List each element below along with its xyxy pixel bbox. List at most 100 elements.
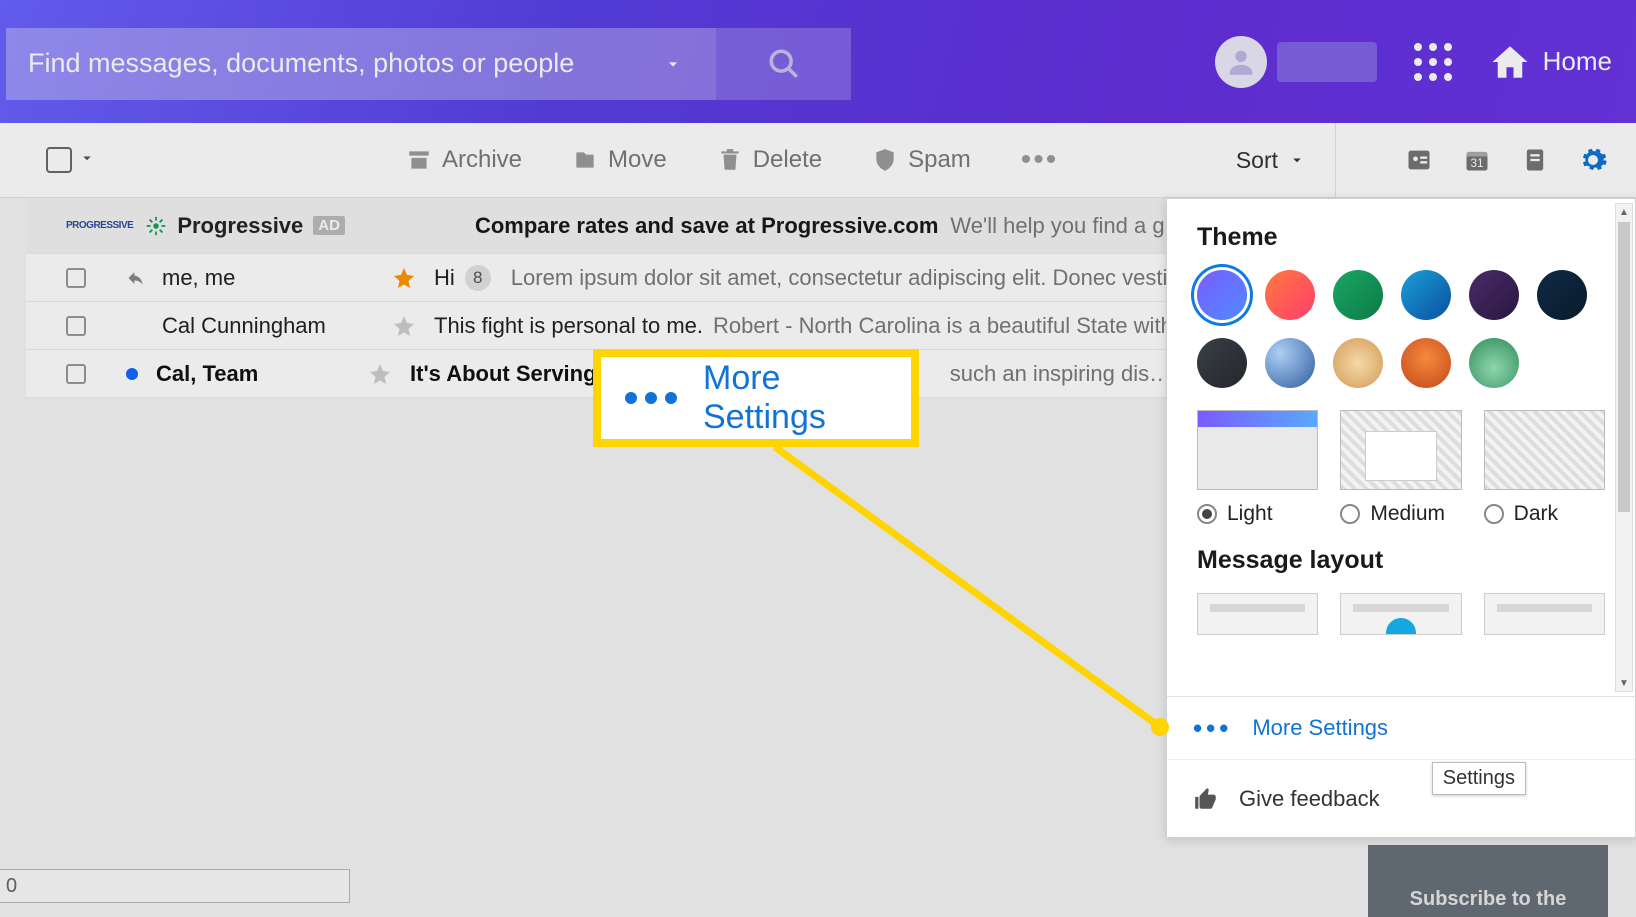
avatar[interactable]: [1215, 36, 1267, 88]
account-area[interactable]: [1215, 36, 1377, 88]
search-input[interactable]: [28, 48, 652, 79]
more-settings-link[interactable]: ••• More Settings: [1167, 697, 1635, 759]
chevron-down-icon: [1288, 151, 1306, 169]
callout-label: More Settings: [703, 359, 887, 437]
mode-preview: [1340, 410, 1461, 490]
shield-icon: [872, 147, 898, 173]
give-feedback-link[interactable]: Give feedback: [1167, 759, 1635, 837]
scroll-up-icon[interactable]: ▲: [1616, 204, 1632, 220]
theme-swatch[interactable]: [1197, 270, 1247, 320]
search-button[interactable]: [716, 28, 851, 100]
settings-button[interactable]: [1578, 145, 1608, 175]
home-label: Home: [1543, 46, 1612, 77]
theme-swatches: [1197, 270, 1605, 388]
theme-heading: Theme: [1197, 223, 1605, 252]
radio-icon: [1197, 504, 1217, 524]
panel-scrollbar[interactable]: ▲ ▼: [1615, 203, 1633, 692]
unread-dot: [126, 368, 138, 380]
toolbar-actions: Archive Move Delete Spam •••: [406, 143, 1058, 177]
theme-swatch[interactable]: [1537, 270, 1587, 320]
sort-button[interactable]: Sort: [1236, 147, 1306, 174]
star-icon[interactable]: [368, 362, 392, 386]
snippet: Lorem ipsum dolor sit amet, consectetur …: [511, 265, 1219, 291]
layout-option[interactable]: [1340, 593, 1461, 635]
thumbs-up-icon: [1193, 786, 1219, 812]
ad-subject: Compare rates and save at Progressive.co…: [475, 213, 938, 239]
subject: It's About Serving O: [410, 361, 620, 387]
archive-icon: [406, 147, 432, 173]
layout-option[interactable]: [1197, 593, 1318, 635]
delete-button[interactable]: Delete: [717, 143, 822, 177]
person-icon: [1224, 45, 1258, 79]
home-icon: [1489, 41, 1531, 83]
more-actions-button[interactable]: •••: [1021, 143, 1059, 177]
theme-swatch[interactable]: [1469, 270, 1519, 320]
app-header: Home: [0, 0, 1636, 123]
right-app-icons: 31: [1404, 145, 1608, 175]
scroll-down-icon[interactable]: ▼: [1616, 675, 1632, 691]
svg-text:31: 31: [1471, 157, 1484, 170]
home-link[interactable]: Home: [1489, 41, 1612, 83]
theme-swatch[interactable]: [1197, 338, 1247, 388]
apps-launcher[interactable]: [1413, 42, 1453, 82]
row-checkbox[interactable]: [66, 316, 86, 336]
theme-swatch[interactable]: [1333, 338, 1383, 388]
theme-swatch[interactable]: [1401, 338, 1451, 388]
mode-dark[interactable]: Dark: [1484, 410, 1605, 526]
star-icon[interactable]: [392, 266, 416, 290]
delete-label: Delete: [753, 146, 822, 174]
subscribe-banner[interactable]: Subscribe to the: [1368, 845, 1608, 917]
ad-provider: Progressive: [177, 213, 303, 239]
search-scope-dropdown[interactable]: [652, 54, 694, 74]
ad-badge: AD: [313, 216, 345, 235]
select-dropdown[interactable]: [78, 149, 96, 172]
search-area: [6, 28, 851, 100]
mode-medium[interactable]: Medium: [1340, 410, 1461, 526]
row-checkbox[interactable]: [66, 364, 86, 384]
mode-preview: [1484, 410, 1605, 490]
sender: me, me: [162, 265, 392, 291]
theme-swatch[interactable]: [1265, 270, 1315, 320]
layout-option[interactable]: [1484, 593, 1605, 635]
account-name-redacted: [1277, 42, 1377, 82]
search-box[interactable]: [6, 28, 716, 100]
theme-swatch[interactable]: [1401, 270, 1451, 320]
calendar-icon: 31: [1463, 146, 1491, 174]
more-dots-icon: •••: [1193, 713, 1232, 744]
gear-icon: [1578, 143, 1608, 177]
subject: Hi: [434, 265, 455, 291]
toolbar-divider: [1335, 123, 1336, 197]
notepad-button[interactable]: [1520, 145, 1550, 175]
theme-swatch[interactable]: [1469, 338, 1519, 388]
ad-provider-icon: [145, 215, 167, 237]
archive-label: Archive: [442, 146, 522, 174]
sort-label: Sort: [1236, 147, 1278, 174]
star-icon[interactable]: [392, 314, 416, 338]
feedback-label: Give feedback: [1239, 786, 1380, 812]
archive-button[interactable]: Archive: [406, 143, 522, 177]
theme-swatch[interactable]: [1333, 270, 1383, 320]
settings-panel: Theme Light Medium Dark Message layout ▲: [1166, 198, 1636, 838]
sender: Cal, Team: [156, 361, 368, 387]
more-dots-icon: [625, 392, 677, 404]
mode-label: Light: [1227, 502, 1273, 526]
calendar-button[interactable]: 31: [1462, 145, 1492, 175]
thread-count: 8: [465, 265, 491, 291]
row-checkbox[interactable]: [66, 268, 86, 288]
select-all-checkbox[interactable]: [46, 147, 72, 173]
header-right: Home: [1215, 0, 1612, 123]
radio-icon: [1484, 504, 1504, 524]
spam-button[interactable]: Spam: [872, 143, 971, 177]
layout-heading: Message layout: [1197, 546, 1605, 575]
mode-light[interactable]: Light: [1197, 410, 1318, 526]
theme-swatch[interactable]: [1265, 338, 1315, 388]
snippet: such an inspiring dis…: [950, 361, 1171, 387]
ad-provider-logo: PROGRESSIVE: [66, 220, 133, 231]
move-button[interactable]: Move: [572, 143, 667, 177]
search-icon: [767, 47, 801, 81]
subject: This fight is personal to me.: [434, 313, 703, 339]
contacts-button[interactable]: [1404, 145, 1434, 175]
settings-scroll-area[interactable]: Theme Light Medium Dark Message layout ▲: [1167, 199, 1635, 696]
scroll-thumb[interactable]: [1618, 222, 1630, 512]
annotation-callout: More Settings: [593, 349, 919, 447]
